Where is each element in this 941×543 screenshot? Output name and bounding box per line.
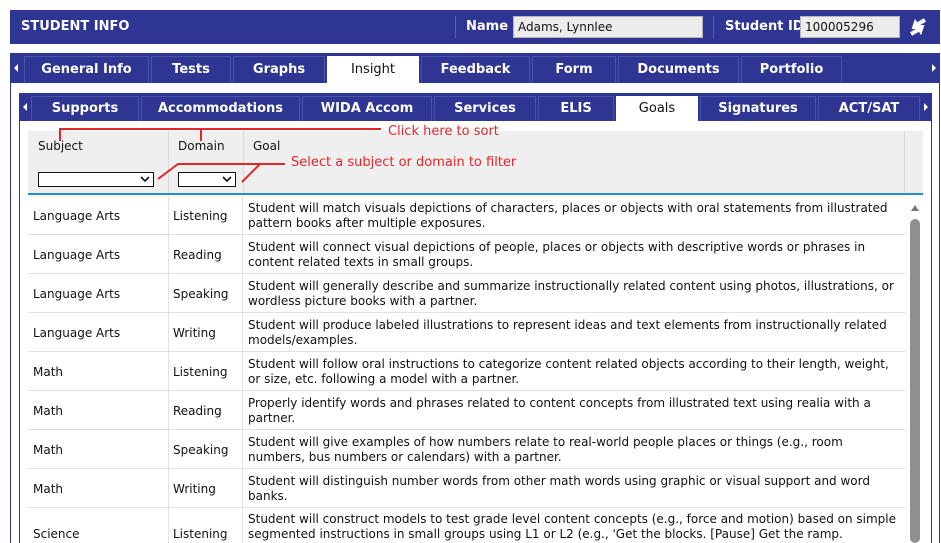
name-field[interactable]: Adams, Lynnlee xyxy=(513,16,703,38)
column-divider xyxy=(168,508,169,543)
cell-subject: Math xyxy=(33,442,64,457)
column-divider xyxy=(168,391,169,430)
cell-domain: Speaking xyxy=(173,286,229,301)
subtab-accommodations[interactable]: Accommodations xyxy=(141,96,300,121)
scroll-left-icon[interactable] xyxy=(10,53,22,83)
table-row[interactable]: Language Arts Speaking Student will gene… xyxy=(28,274,906,313)
column-divider xyxy=(242,313,243,352)
cell-goal: Properly identify words and phrases rela… xyxy=(248,395,871,425)
cell-domain: Reading xyxy=(173,247,222,262)
cell-goal: Student will distinguish number words fr… xyxy=(248,473,870,503)
table-row[interactable]: Math Listening Student will follow oral … xyxy=(28,352,906,391)
column-divider xyxy=(168,352,169,391)
column-divider xyxy=(904,131,905,193)
tab-insight[interactable]: Insight xyxy=(327,56,419,83)
sort-hint: Click here to sort xyxy=(388,124,499,139)
column-divider xyxy=(242,196,243,235)
cell-domain: Listening xyxy=(173,527,228,541)
column-header-goal[interactable]: Goal xyxy=(253,139,280,153)
cell-domain: Writing xyxy=(173,325,216,340)
header-divider xyxy=(713,16,714,38)
student-id-label: Student ID xyxy=(725,19,804,34)
cell-subject: Math xyxy=(33,364,64,379)
cell-domain: Listening xyxy=(173,364,228,379)
table-row[interactable]: Language Arts Listening Student will mat… xyxy=(28,196,906,235)
table-row[interactable]: Science Listening Student will construct… xyxy=(28,508,906,543)
sort-callout-line xyxy=(59,128,381,130)
cell-subject: Science xyxy=(33,527,80,541)
tab-form[interactable]: Form xyxy=(532,56,616,83)
table-row[interactable]: Language Arts Reading Student will conne… xyxy=(28,235,906,274)
table-row[interactable]: Math Speaking Student will give examples… xyxy=(28,430,906,469)
cell-goal: Student will construct models to test gr… xyxy=(248,512,897,541)
cell-domain: Speaking xyxy=(173,442,229,457)
column-header-domain[interactable]: Domain xyxy=(178,139,225,153)
tab-graphs[interactable]: Graphs xyxy=(233,56,325,83)
subtab-goals[interactable]: Goals xyxy=(616,96,698,121)
table-row[interactable]: Math Writing Student will distinguish nu… xyxy=(28,469,906,508)
app-title: STUDENT INFO xyxy=(21,19,130,34)
column-divider xyxy=(242,352,243,391)
header-divider xyxy=(455,16,456,38)
tab-tests[interactable]: Tests xyxy=(151,56,231,83)
goals-table-body: Language Arts Listening Student will mat… xyxy=(28,196,906,543)
table-row[interactable]: Language Arts Writing Student will produ… xyxy=(28,313,906,352)
cell-subject: Language Arts xyxy=(33,208,121,223)
subtab-wida-accom[interactable]: WIDA Accom xyxy=(302,96,432,121)
column-divider xyxy=(168,274,169,313)
subtab-elis[interactable]: ELIS xyxy=(538,96,614,121)
cell-subject: Math xyxy=(33,403,64,418)
column-divider xyxy=(168,469,169,508)
filter-hint: Select a subject or domain to filter xyxy=(291,155,517,170)
cell-subject: Language Arts xyxy=(33,247,121,262)
column-divider xyxy=(168,235,169,274)
subtab-services[interactable]: Services xyxy=(434,96,536,121)
column-divider xyxy=(168,313,169,352)
cell-subject: Language Arts xyxy=(33,325,121,340)
filter-callout-lines xyxy=(157,163,285,183)
table-row[interactable]: Math Reading Properly identify words and… xyxy=(28,391,906,430)
column-divider xyxy=(168,430,169,469)
cell-goal: Student will produce labeled illustratio… xyxy=(248,317,887,347)
cell-goal: Student will connect visual depictions o… xyxy=(248,239,866,269)
tab-general-info[interactable]: General Info xyxy=(24,56,149,83)
cell-subject: Math xyxy=(33,481,64,496)
cell-goal: Student will follow oral instructions to… xyxy=(248,356,889,386)
column-divider xyxy=(168,196,169,235)
column-header-subject[interactable]: Subject xyxy=(38,139,83,153)
tab-documents[interactable]: Documents xyxy=(618,56,739,83)
sub-scroll-left-icon[interactable] xyxy=(19,93,31,121)
name-label: Name xyxy=(466,19,509,34)
vertical-scrollbar-thumb[interactable] xyxy=(910,219,920,543)
sort-callout-line xyxy=(200,128,202,141)
subtab-supports[interactable]: Supports xyxy=(31,96,139,121)
cell-goal: Student will generally describe and summ… xyxy=(248,278,894,308)
column-divider xyxy=(242,235,243,274)
scroll-right-icon[interactable] xyxy=(928,53,940,83)
subtab-signatures[interactable]: Signatures xyxy=(700,96,816,121)
subtab-act-sat[interactable]: ACT/SAT xyxy=(818,96,920,121)
cell-goal: Student will match visuals depictions of… xyxy=(248,200,888,230)
cell-domain: Listening xyxy=(173,208,228,223)
student-info-header: STUDENT INFO Name Adams, Lynnlee Student… xyxy=(10,10,940,44)
tab-feedback[interactable]: Feedback xyxy=(421,56,530,83)
cell-subject: Language Arts xyxy=(33,286,121,301)
column-divider xyxy=(242,274,243,313)
cell-domain: Reading xyxy=(173,403,222,418)
tab-portfolio[interactable]: Portfolio xyxy=(741,56,842,83)
column-divider xyxy=(242,469,243,508)
column-divider xyxy=(242,430,243,469)
sub-scroll-right-icon[interactable] xyxy=(920,93,932,121)
cell-domain: Writing xyxy=(173,481,216,496)
column-divider xyxy=(242,508,243,543)
cell-goal: Student will give examples of how number… xyxy=(248,434,843,464)
sort-callout-line xyxy=(59,128,61,141)
scroll-up-icon[interactable] xyxy=(910,203,920,213)
swap-arrows-icon[interactable] xyxy=(906,16,930,38)
student-id-field[interactable]: 100005296 xyxy=(800,16,900,38)
sub-tab-bar: Supports Accommodations WIDA Accom Servi… xyxy=(19,93,932,121)
column-divider xyxy=(242,391,243,430)
subject-filter-select[interactable] xyxy=(38,172,154,187)
main-tab-bar: General Info Tests Graphs Insight Feedba… xyxy=(10,53,940,83)
